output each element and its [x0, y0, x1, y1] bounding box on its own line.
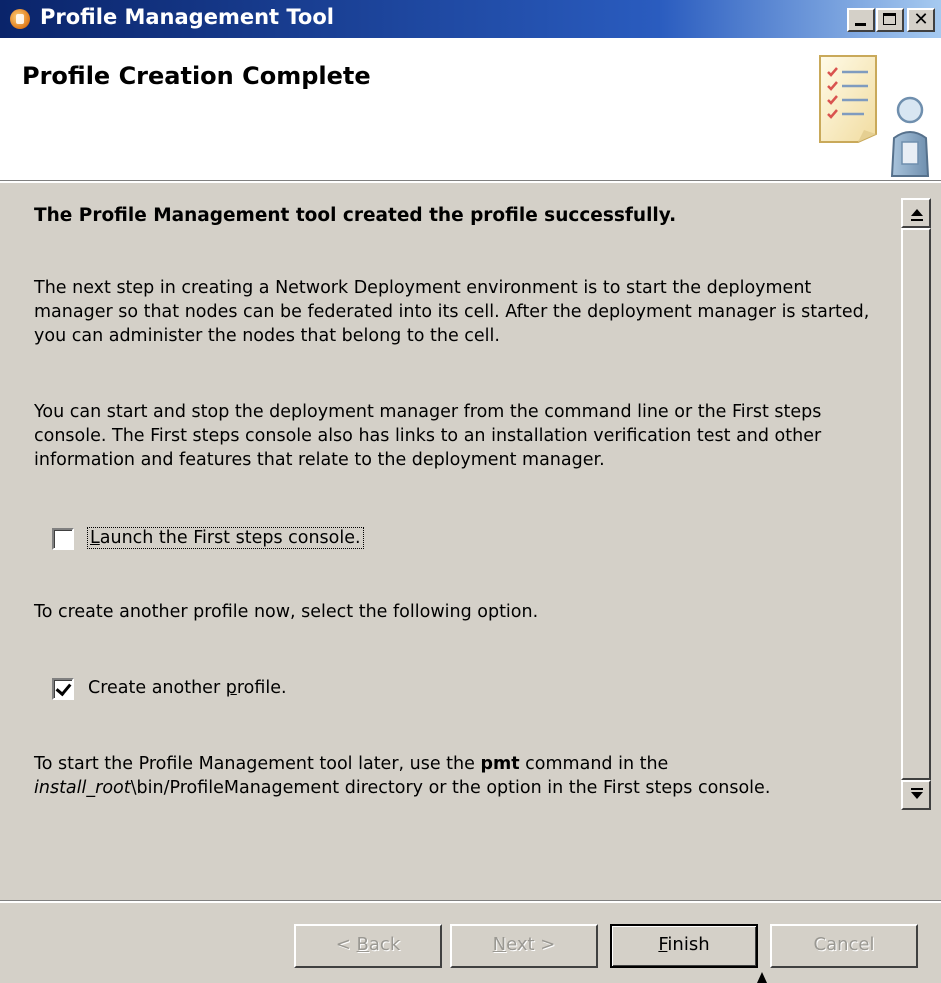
scroll-up-bar-icon [911, 219, 923, 221]
next-mnemonic: N [492, 934, 507, 955]
launch-mnemonic: L [90, 528, 100, 548]
create-label-after: rofile. [236, 678, 287, 698]
back-button[interactable]: < Back [294, 924, 442, 968]
minimize-button[interactable] [847, 8, 875, 32]
scroll-down-button[interactable] [901, 780, 931, 810]
pmt-command-paragraph: To start the Profile Management tool lat… [34, 752, 894, 800]
create-another-profile-checkbox[interactable] [52, 678, 74, 700]
cancel-button[interactable]: Cancel [770, 924, 918, 968]
checklist-person-icon [819, 55, 930, 177]
profile-management-window: Profile Management Tool ✕ Profile Creati… [0, 0, 941, 983]
scroll-down-bar-icon [911, 788, 923, 790]
vertical-scrollbar[interactable] [901, 198, 931, 810]
success-heading: The Profile Management tool created the … [34, 205, 677, 226]
title-bar[interactable]: Profile Management Tool ✕ [0, 0, 941, 38]
scroll-up-arrow-icon [911, 209, 923, 216]
next-button[interactable]: Next > [450, 924, 598, 968]
pmt-path-rest: \bin/ProfileManagement directory or the … [130, 778, 771, 798]
start-stop-paragraph: You can start and stop the deployment ma… [34, 402, 822, 470]
back-mnemonic: B [356, 934, 369, 955]
finish-rest: inish [667, 934, 710, 955]
minimize-icon [855, 23, 866, 26]
install-root-path: install_root [34, 778, 131, 798]
create-profile-paragraph: To create another profile now, select th… [34, 602, 539, 622]
create-label-before: Create another [88, 678, 226, 698]
launch-first-steps-checkbox[interactable] [52, 528, 74, 550]
back-prefix: < [335, 934, 357, 955]
close-button[interactable]: ✕ [907, 8, 935, 32]
close-icon: ✕ [913, 9, 929, 30]
create-another-profile-label[interactable]: Create another profile. [88, 676, 287, 700]
launch-label-text: aunch the First steps console. [99, 528, 361, 548]
scroll-thumb[interactable] [901, 228, 931, 780]
mouse-cursor-icon [757, 972, 767, 983]
pmt-text-before: To start the Profile Management tool lat… [34, 754, 481, 774]
maximize-icon [883, 13, 896, 25]
pmt-text-mid: command in the [519, 754, 669, 774]
maximize-button[interactable] [876, 8, 904, 32]
back-rest: ack [368, 934, 401, 955]
footer-separator [0, 900, 941, 903]
next-rest: ext > [506, 934, 556, 955]
scroll-down-arrow-icon [911, 792, 923, 799]
scroll-up-button[interactable] [901, 198, 931, 228]
create-mnemonic: p [225, 678, 237, 698]
wizard-header: Profile Creation Complete [0, 38, 941, 181]
finish-button[interactable]: Finish [610, 924, 758, 968]
next-step-paragraph: The next step in creating a Network Depl… [34, 278, 870, 346]
launch-first-steps-label[interactable]: Launch the First steps console. [87, 526, 364, 550]
wizard-content: The Profile Management tool created the … [12, 182, 900, 802]
window-title: Profile Management Tool [40, 5, 334, 29]
page-title: Profile Creation Complete [22, 62, 371, 90]
pmt-command: pmt [480, 754, 520, 774]
app-icon [10, 9, 30, 29]
